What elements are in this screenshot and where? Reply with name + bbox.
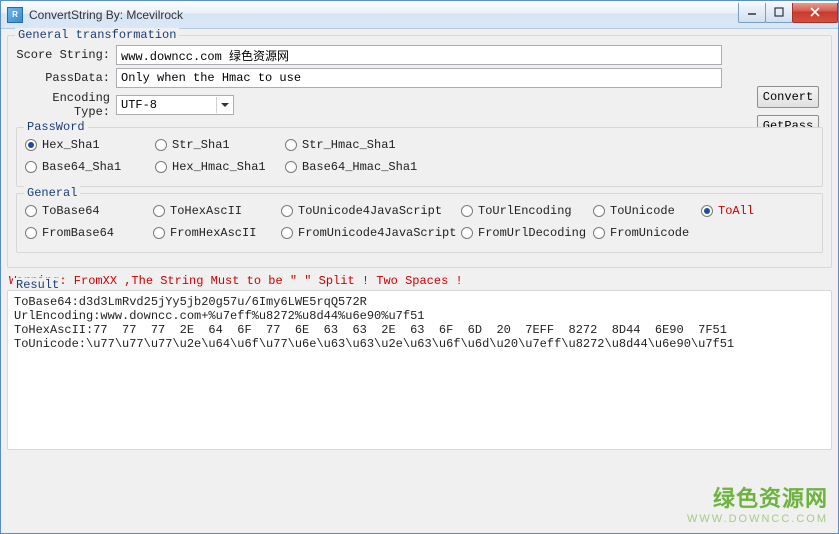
radio-base64-sha1[interactable]: Base64_Sha1 bbox=[25, 160, 155, 174]
password-legend: PassWord bbox=[24, 120, 88, 134]
radio-hex-hmac-sha1[interactable]: Hex_Hmac_Sha1 bbox=[155, 160, 285, 174]
radio-label: ToHexAscII bbox=[170, 204, 242, 218]
app-icon: R bbox=[7, 7, 23, 23]
radio-dot-icon bbox=[25, 161, 37, 173]
radio-label: FromUnicode4JavaScript bbox=[298, 226, 456, 240]
group-password: PassWord Hex_Sha1Str_Sha1Str_Hmac_Sha1Ba… bbox=[16, 127, 823, 187]
radio-dot-icon bbox=[25, 139, 37, 151]
radio-base64-hmac-sha1[interactable]: Base64_Hmac_Sha1 bbox=[285, 160, 455, 174]
result-textarea[interactable]: ToBase64:d3d3LmRvd25jYy5jb20g57u/6Imy6LW… bbox=[7, 290, 832, 450]
radio-label: ToUnicode bbox=[610, 204, 675, 218]
radio-fromurldecoding[interactable]: FromUrlDecoding bbox=[461, 226, 593, 240]
radio-toall[interactable]: ToAll bbox=[701, 204, 809, 218]
radio-label: ToUnicode4JavaScript bbox=[298, 204, 442, 218]
radio-dot-icon bbox=[153, 205, 165, 217]
window-title: ConvertString By: Mcevilrock bbox=[29, 8, 183, 22]
radio-str-sha1[interactable]: Str_Sha1 bbox=[155, 138, 285, 152]
radio-dot-icon bbox=[25, 227, 37, 239]
radio-dot-icon bbox=[593, 227, 605, 239]
convert-button[interactable]: Convert bbox=[757, 86, 819, 108]
label-score-string: Score String: bbox=[16, 48, 116, 62]
radio-label: FromUrlDecoding bbox=[478, 226, 586, 240]
radio-label: ToAll bbox=[718, 204, 754, 218]
close-button[interactable] bbox=[792, 3, 838, 23]
label-encoding-type: Encoding Type: bbox=[16, 91, 116, 119]
radio-label: Str_Sha1 bbox=[172, 138, 230, 152]
radio-label: Hex_Hmac_Sha1 bbox=[172, 160, 266, 174]
radio-dot-icon bbox=[461, 227, 473, 239]
titlebar[interactable]: R ConvertString By: Mcevilrock bbox=[1, 1, 838, 29]
radio-label: ToBase64 bbox=[42, 204, 100, 218]
radio-dot-icon bbox=[281, 227, 293, 239]
watermark-cn: 绿色资源网 bbox=[687, 481, 828, 513]
radio-label: FromUnicode bbox=[610, 226, 689, 240]
radio-fromhexascii[interactable]: FromHexAscII bbox=[153, 226, 281, 240]
encoding-type-combo[interactable]: UTF-8 bbox=[116, 95, 234, 115]
radio-label: Hex_Sha1 bbox=[42, 138, 100, 152]
radio-dot-icon bbox=[701, 205, 713, 217]
radio-dot-icon bbox=[153, 227, 165, 239]
warning-text: Warning: FromXX ,The String Must to be "… bbox=[9, 274, 832, 288]
radio-dot-icon bbox=[281, 205, 293, 217]
general-legend: General bbox=[24, 186, 80, 200]
maximize-button[interactable] bbox=[765, 3, 793, 23]
radio-dot-icon bbox=[285, 139, 297, 151]
radio-tohexascii[interactable]: ToHexAscII bbox=[153, 204, 281, 218]
watermark-en: WWW.DOWNCC.COM bbox=[687, 513, 828, 525]
radio-tounicode[interactable]: ToUnicode bbox=[593, 204, 701, 218]
radio-tobase64[interactable]: ToBase64 bbox=[25, 204, 153, 218]
watermark: 绿色资源网 WWW.DOWNCC.COM bbox=[687, 481, 828, 525]
radio-label: Str_Hmac_Sha1 bbox=[302, 138, 396, 152]
window-controls bbox=[739, 3, 838, 23]
chevron-down-icon bbox=[216, 97, 232, 113]
radio-frombase64[interactable]: FromBase64 bbox=[25, 226, 153, 240]
radio-dot-icon bbox=[25, 205, 37, 217]
radio-label: FromHexAscII bbox=[170, 226, 256, 240]
group-general-transformation: General transformation Score String: Pas… bbox=[7, 35, 832, 268]
pass-data-input[interactable] bbox=[116, 68, 722, 88]
encoding-type-value: UTF-8 bbox=[121, 98, 157, 112]
radio-fromunicode[interactable]: FromUnicode bbox=[593, 226, 701, 240]
radio-dot-icon bbox=[593, 205, 605, 217]
group-general: General ToBase64ToHexAscIIToUnicode4Java… bbox=[16, 193, 823, 253]
radio-label: FromBase64 bbox=[42, 226, 114, 240]
radio-fromunicode4javascript[interactable]: FromUnicode4JavaScript bbox=[281, 226, 461, 240]
radio-dot-icon bbox=[461, 205, 473, 217]
score-string-input[interactable] bbox=[116, 45, 722, 65]
radio-dot-icon bbox=[285, 161, 297, 173]
radio-str-hmac-sha1[interactable]: Str_Hmac_Sha1 bbox=[285, 138, 455, 152]
group-legend: General transformation bbox=[15, 28, 179, 42]
radio-hex-sha1[interactable]: Hex_Sha1 bbox=[25, 138, 155, 152]
minimize-button[interactable] bbox=[738, 3, 766, 23]
app-window: R ConvertString By: Mcevilrock General t… bbox=[0, 0, 839, 534]
radio-tounicode4javascript[interactable]: ToUnicode4JavaScript bbox=[281, 204, 461, 218]
radio-label: Base64_Sha1 bbox=[42, 160, 121, 174]
client-area: General transformation Score String: Pas… bbox=[1, 29, 838, 533]
label-pass-data: PassData: bbox=[16, 71, 116, 85]
radio-label: Base64_Hmac_Sha1 bbox=[302, 160, 417, 174]
radio-dot-icon bbox=[155, 161, 167, 173]
radio-tourlencoding[interactable]: ToUrlEncoding bbox=[461, 204, 593, 218]
radio-label: ToUrlEncoding bbox=[478, 204, 572, 218]
radio-dot-icon bbox=[155, 139, 167, 151]
